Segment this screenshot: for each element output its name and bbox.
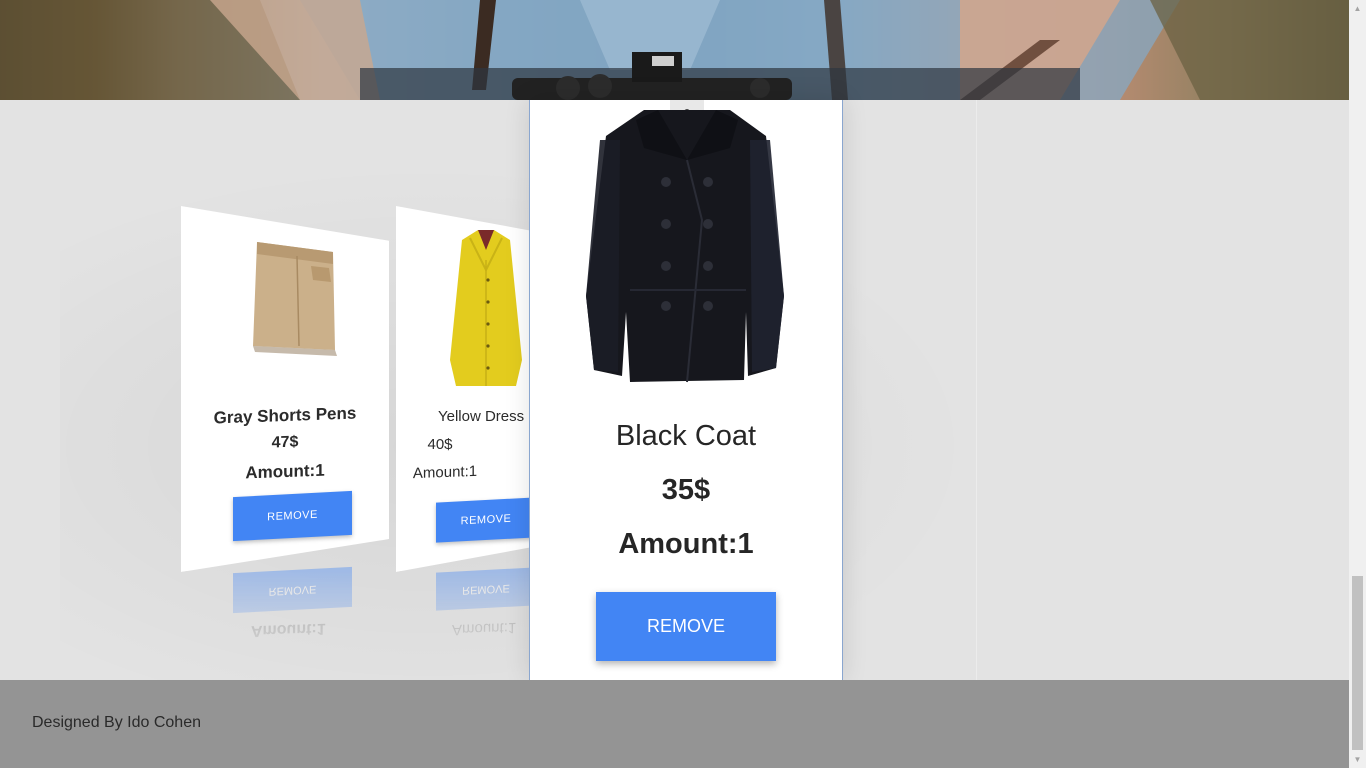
khaki-shorts-icon [181, 238, 389, 358]
remove-button-reflection: REMOVE [436, 567, 536, 611]
item-name: Gray Shorts Pens [213, 403, 357, 428]
black-peacoat-icon [570, 100, 802, 390]
cart-item-card-active[interactable]: Black Coat 35$ Amount:1 REMOVE [529, 100, 843, 680]
cart-item-card[interactable]: Yellow Dress 40$ Amount:1 REMOVE [396, 206, 536, 572]
item-amount-reflection: Amount:1 [251, 619, 326, 640]
cart-page: Gray Shorts Pens 47$ Amount:1 REMOVE Yel… [0, 0, 1366, 768]
item-name: Black Coat [615, 420, 757, 452]
scroll-down-arrow-icon[interactable]: ▼ [1349, 751, 1366, 768]
item-price: 35$ [661, 474, 711, 506]
cart-item-card[interactable]: Gray Shorts Pens 47$ Amount:1 REMOVE [181, 206, 389, 572]
remove-button[interactable]: REMOVE [436, 497, 536, 543]
item-amount: Amount:1 [245, 460, 325, 483]
item-price: 40$ [427, 436, 453, 453]
card-reflection: REMOVE Amount:1 [396, 566, 536, 666]
card-reflection: REMOVE Amount:1 [181, 566, 389, 666]
yellow-coat-icon [396, 228, 536, 390]
footer-credit: Designed By Ido Cohen [32, 714, 201, 731]
footer: Designed By Ido Cohen [0, 680, 1349, 768]
item-amount: Amount:1 [412, 462, 478, 483]
vertical-scrollbar[interactable]: ▲ ▼ [1349, 0, 1366, 768]
remove-button[interactable]: REMOVE [596, 592, 776, 661]
scroll-up-arrow-icon[interactable]: ▲ [1349, 0, 1366, 17]
item-name: Yellow Dress [438, 408, 525, 425]
remove-button[interactable]: REMOVE [233, 490, 352, 542]
item-amount-reflection: Amount:1 [452, 618, 517, 639]
remove-button-reflection: REMOVE [233, 566, 352, 614]
hero-photo [0, 0, 1349, 100]
item-amount: Amount:1 [618, 528, 754, 560]
item-price: 47$ [271, 433, 299, 452]
scrollbar-thumb[interactable] [1352, 576, 1363, 750]
